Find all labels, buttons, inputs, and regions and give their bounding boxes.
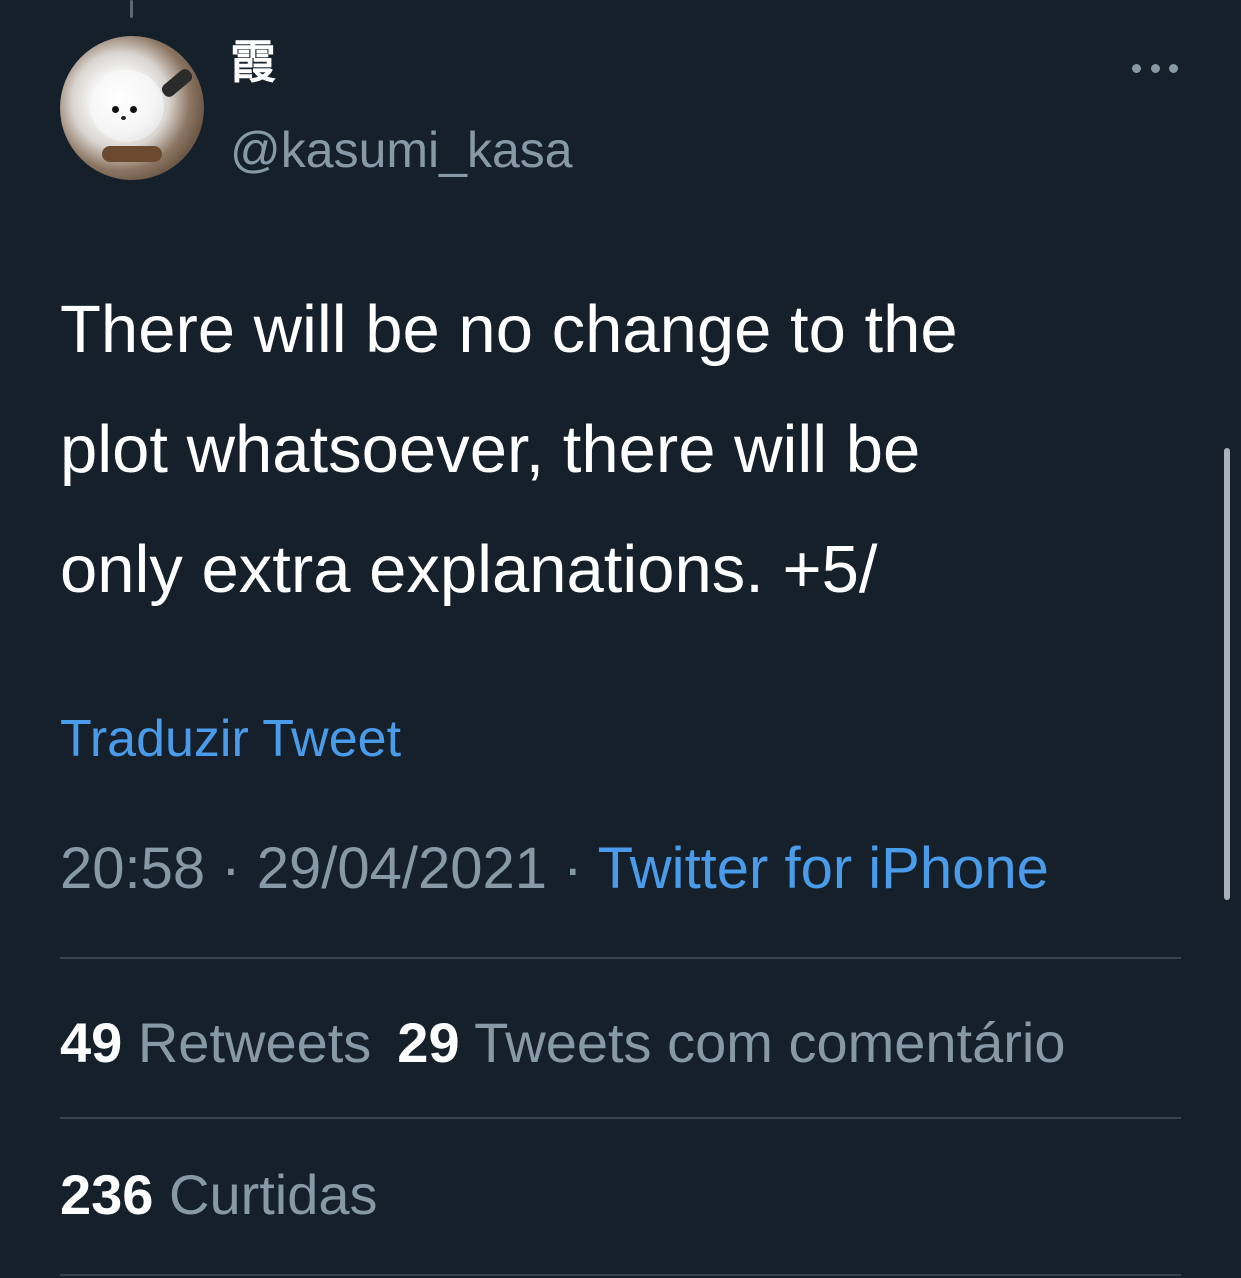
divider bbox=[60, 957, 1181, 959]
tweet-date: 29/04/2021 bbox=[256, 836, 548, 901]
divider bbox=[60, 1117, 1181, 1119]
avatar-bird bbox=[90, 70, 164, 142]
retweets-label: Retweets bbox=[137, 1011, 372, 1074]
retweets-stat[interactable]: 49 Retweets bbox=[60, 1008, 371, 1078]
more-dot-icon bbox=[1169, 63, 1178, 73]
more-dot-icon bbox=[1132, 63, 1141, 73]
avatar-beak bbox=[121, 116, 126, 120]
retweet-stats-row: 49 Retweets 29 Tweets com comentário bbox=[60, 1008, 1091, 1078]
more-dot-icon bbox=[1150, 63, 1160, 73]
avatar-wing bbox=[159, 66, 195, 100]
divider bbox=[60, 1274, 1181, 1276]
avatar-branch bbox=[102, 146, 162, 162]
tweet-text: There will be no change to the plot what… bbox=[60, 290, 1180, 650]
tweet-text-line: only extra explanations. +5/ bbox=[60, 532, 878, 607]
tweet-text-line: plot whatsoever, there will be bbox=[60, 412, 921, 487]
avatar-eye-left bbox=[112, 106, 119, 113]
quotes-label: Tweets com comentário bbox=[474, 1011, 1066, 1074]
retweets-count: 49 bbox=[60, 1011, 123, 1074]
more-options-icon[interactable] bbox=[1132, 58, 1178, 78]
tweet-source-link[interactable]: Twitter for iPhone bbox=[598, 836, 1049, 901]
likes-stats-row: 236 Curtidas bbox=[60, 1160, 404, 1230]
likes-count: 236 bbox=[60, 1163, 154, 1226]
quotes-stat[interactable]: 29 Tweets com comentário bbox=[397, 1008, 1065, 1078]
scrollbar[interactable] bbox=[1224, 448, 1230, 900]
likes-stat[interactable]: 236 Curtidas bbox=[60, 1160, 378, 1230]
tweet-metadata: 20:58 · 29/04/2021 · Twitter for iPhone bbox=[60, 834, 1049, 904]
quotes-count: 29 bbox=[397, 1011, 460, 1074]
meta-separator: · bbox=[563, 836, 583, 901]
display-name[interactable]: 霞 bbox=[230, 32, 276, 92]
likes-label: Curtidas bbox=[169, 1163, 378, 1226]
thread-connector-line bbox=[130, 0, 133, 18]
user-handle[interactable]: @kasumi_kasa bbox=[230, 120, 573, 180]
translate-tweet-link[interactable]: Traduzir Tweet bbox=[60, 706, 401, 772]
tweet-text-line: There will be no change to the bbox=[60, 292, 958, 367]
avatar[interactable] bbox=[60, 36, 204, 180]
meta-separator: · bbox=[221, 836, 241, 901]
avatar-eye-right bbox=[130, 106, 137, 113]
tweet-time: 20:58 bbox=[60, 836, 206, 901]
